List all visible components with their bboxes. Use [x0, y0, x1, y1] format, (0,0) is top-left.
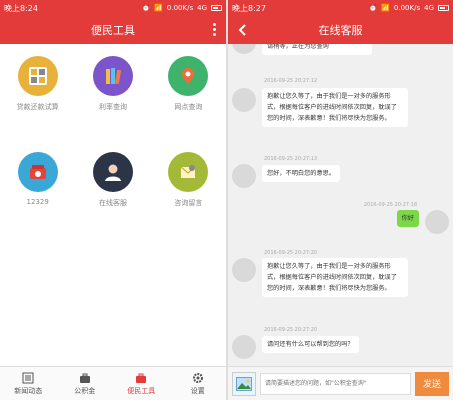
tool-hotline[interactable]: 12329 [0, 152, 75, 248]
toolbox-icon [136, 373, 147, 383]
chat-message: 你好 [396, 210, 419, 227]
battery-icon [438, 5, 449, 11]
tool-branch-query[interactable]: 网点查询 [151, 56, 226, 152]
tab-label: 便民工具 [127, 386, 156, 395]
telephone-icon [17, 152, 58, 192]
customer-service-icon [92, 152, 133, 192]
calculator-icon [17, 56, 58, 96]
tool-label: 在线客服 [98, 199, 127, 207]
books-icon [92, 56, 133, 96]
message-envelope-icon [168, 152, 209, 192]
status-bar: 晚上8:24 ⏰ 📶 0.00K/s 4G [0, 0, 226, 16]
message-timestamp: 2016-09-25 20:27:13 [264, 156, 318, 162]
status-bar: 晚上8:27 ⏰ 📶 0.00K/s 4G [228, 0, 453, 16]
tool-label: 贷款还款试算 [16, 103, 59, 111]
news-icon [22, 372, 34, 383]
tool-online-service[interactable]: 在线客服 [75, 152, 150, 248]
agent-avatar [232, 88, 256, 112]
chat-message: 抱歉让您久等了，由于我们是一对多的服务形式，根据每位客户的进线时间依次回复，耽误… [262, 88, 408, 127]
signal-label: 4G [424, 4, 434, 12]
tool-consult-message[interactable]: 咨询留言 [151, 152, 226, 248]
alarm-icon: ⏰ [141, 4, 151, 12]
tool-label: 12329 [26, 198, 49, 206]
more-menu-icon[interactable] [213, 23, 216, 36]
tools-grid: 贷款还款试算 利率查询 网点查询 12329 在线客服 咨询留言 [0, 44, 226, 248]
page-title: 在线客服 [318, 24, 363, 37]
briefcase-icon [79, 373, 90, 383]
network-speed: 0.00K/s [166, 4, 194, 12]
chat-message: 请问还有什么可以帮到您的吗？ [262, 336, 359, 353]
page-title: 便民工具 [91, 24, 135, 37]
header: 便民工具 [0, 16, 226, 44]
agent-avatar [232, 335, 256, 359]
chat-message: 请稍等，正在为您查询 [262, 44, 372, 55]
message-timestamp: 2016-09-25 20:27:18 [363, 202, 417, 208]
chat-log: 请稍等，正在为您查询 2016-09-25 20:27:12 抱歉让您久等了，由… [228, 44, 453, 366]
tab-settings[interactable]: 设置 [170, 367, 227, 400]
image-picker-icon[interactable] [232, 371, 256, 396]
agent-avatar [232, 164, 256, 188]
network-speed: 0.00K/s [393, 4, 421, 12]
tab-news[interactable]: 新闻动态 [0, 367, 57, 400]
agent-avatar [232, 44, 256, 54]
tab-label: 公积金 [74, 386, 96, 395]
message-timestamp: 2016-09-25 20:27:12 [264, 78, 318, 84]
message-input[interactable] [260, 372, 411, 395]
battery-icon [211, 5, 222, 11]
header: 在线客服 [228, 16, 453, 44]
agent-avatar [232, 258, 256, 282]
tool-label: 利率查询 [98, 103, 127, 111]
tools-screen: 晚上8:24 ⏰ 📶 0.00K/s 4G 便民工具 贷款还款试算 利率查询 网… [0, 0, 226, 400]
tool-rate-query[interactable]: 利率查询 [75, 56, 150, 152]
status-time: 晚上8:27 [232, 3, 266, 13]
send-button[interactable]: 发送 [415, 371, 449, 396]
tab-tools[interactable]: 便民工具 [113, 367, 170, 400]
back-arrow-icon[interactable] [234, 21, 250, 39]
map-pin-icon [168, 56, 209, 96]
bottom-tab-bar: 新闻动态 公积金 便民工具 设置 [0, 366, 226, 400]
message-timestamp: 2016-09-25 20:27:20 [264, 327, 318, 333]
gear-icon [192, 372, 203, 383]
alarm-icon: ⏰ [368, 4, 378, 12]
tool-label: 网点查询 [174, 103, 203, 111]
wifi-icon: 📶 [381, 4, 390, 12]
chat-input-bar: 发送 [228, 366, 453, 400]
tab-label: 新闻动态 [14, 386, 43, 395]
chat-message: 您好，不明白您的意思。 [262, 165, 341, 182]
tool-loan-calculator[interactable]: 贷款还款试算 [0, 56, 75, 152]
message-timestamp: 2016-09-25 20:27:20 [264, 250, 318, 256]
chat-screen: 晚上8:27 ⏰ 📶 0.00K/s 4G 在线客服 请稍等，正在为您查询 20… [228, 0, 453, 400]
wifi-icon: 📶 [154, 4, 163, 12]
status-time: 晚上8:24 [4, 3, 38, 13]
tab-fund[interactable]: 公积金 [57, 367, 114, 400]
chat-message: 抱歉让您久等了，由于我们是一对多的服务形式，根据每位客户的进线时间依次回复，耽误… [262, 258, 408, 297]
tool-label: 咨询留言 [174, 199, 203, 207]
user-avatar [425, 210, 449, 234]
tab-label: 设置 [190, 386, 205, 395]
signal-label: 4G [197, 4, 207, 12]
